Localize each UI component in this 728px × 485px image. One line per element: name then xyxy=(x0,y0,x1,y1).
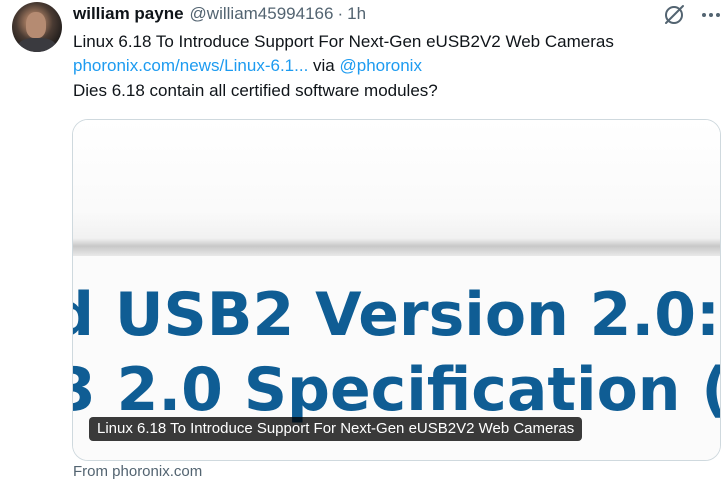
card-image-text-line1: d USB2 Version 2.0: Su xyxy=(73,280,720,350)
avatar-shirt xyxy=(18,38,56,52)
card-image-top-band xyxy=(73,120,720,250)
author-name[interactable]: william payne xyxy=(73,4,184,24)
card-source[interactable]: From phoronix.com xyxy=(73,463,202,480)
author-handle[interactable]: @william45994166 xyxy=(190,4,334,24)
avatar[interactable] xyxy=(12,2,62,52)
avatar-face xyxy=(26,12,46,38)
grok-icon[interactable] xyxy=(662,3,686,27)
mention-link[interactable]: @phoronix xyxy=(339,56,421,75)
card-image-text-line2: 3 2.0 Specification (eUS xyxy=(73,355,720,425)
tweet-title-line: Linux 6.18 To Introduce Support For Next… xyxy=(73,32,614,51)
card-image[interactable]: d USB2 Version 2.0: Su 3 2.0 Specificati… xyxy=(73,120,720,460)
tweet[interactable]: william payne @william45994166 · 1h Linu… xyxy=(0,0,728,485)
separator-dot: · xyxy=(337,4,344,23)
tweet-comment-line: Dies 6.18 contain all certified software… xyxy=(73,81,438,100)
more-options-icon[interactable] xyxy=(700,4,722,26)
via-text: via xyxy=(308,56,340,75)
timestamp[interactable]: 1h xyxy=(347,4,366,24)
link-preview-card[interactable]: d USB2 Version 2.0: Su 3 2.0 Specificati… xyxy=(72,119,721,461)
tweet-link-line: phoronix.com/news/Linux-6.1... via @phor… xyxy=(73,55,422,77)
card-caption: Linux 6.18 To Introduce Support For Next… xyxy=(89,417,583,441)
tweet-header: william payne @william45994166 · 1h xyxy=(73,3,366,25)
card-image-shadow xyxy=(73,238,720,256)
article-link[interactable]: phoronix.com/news/Linux-6.1... xyxy=(73,56,308,75)
